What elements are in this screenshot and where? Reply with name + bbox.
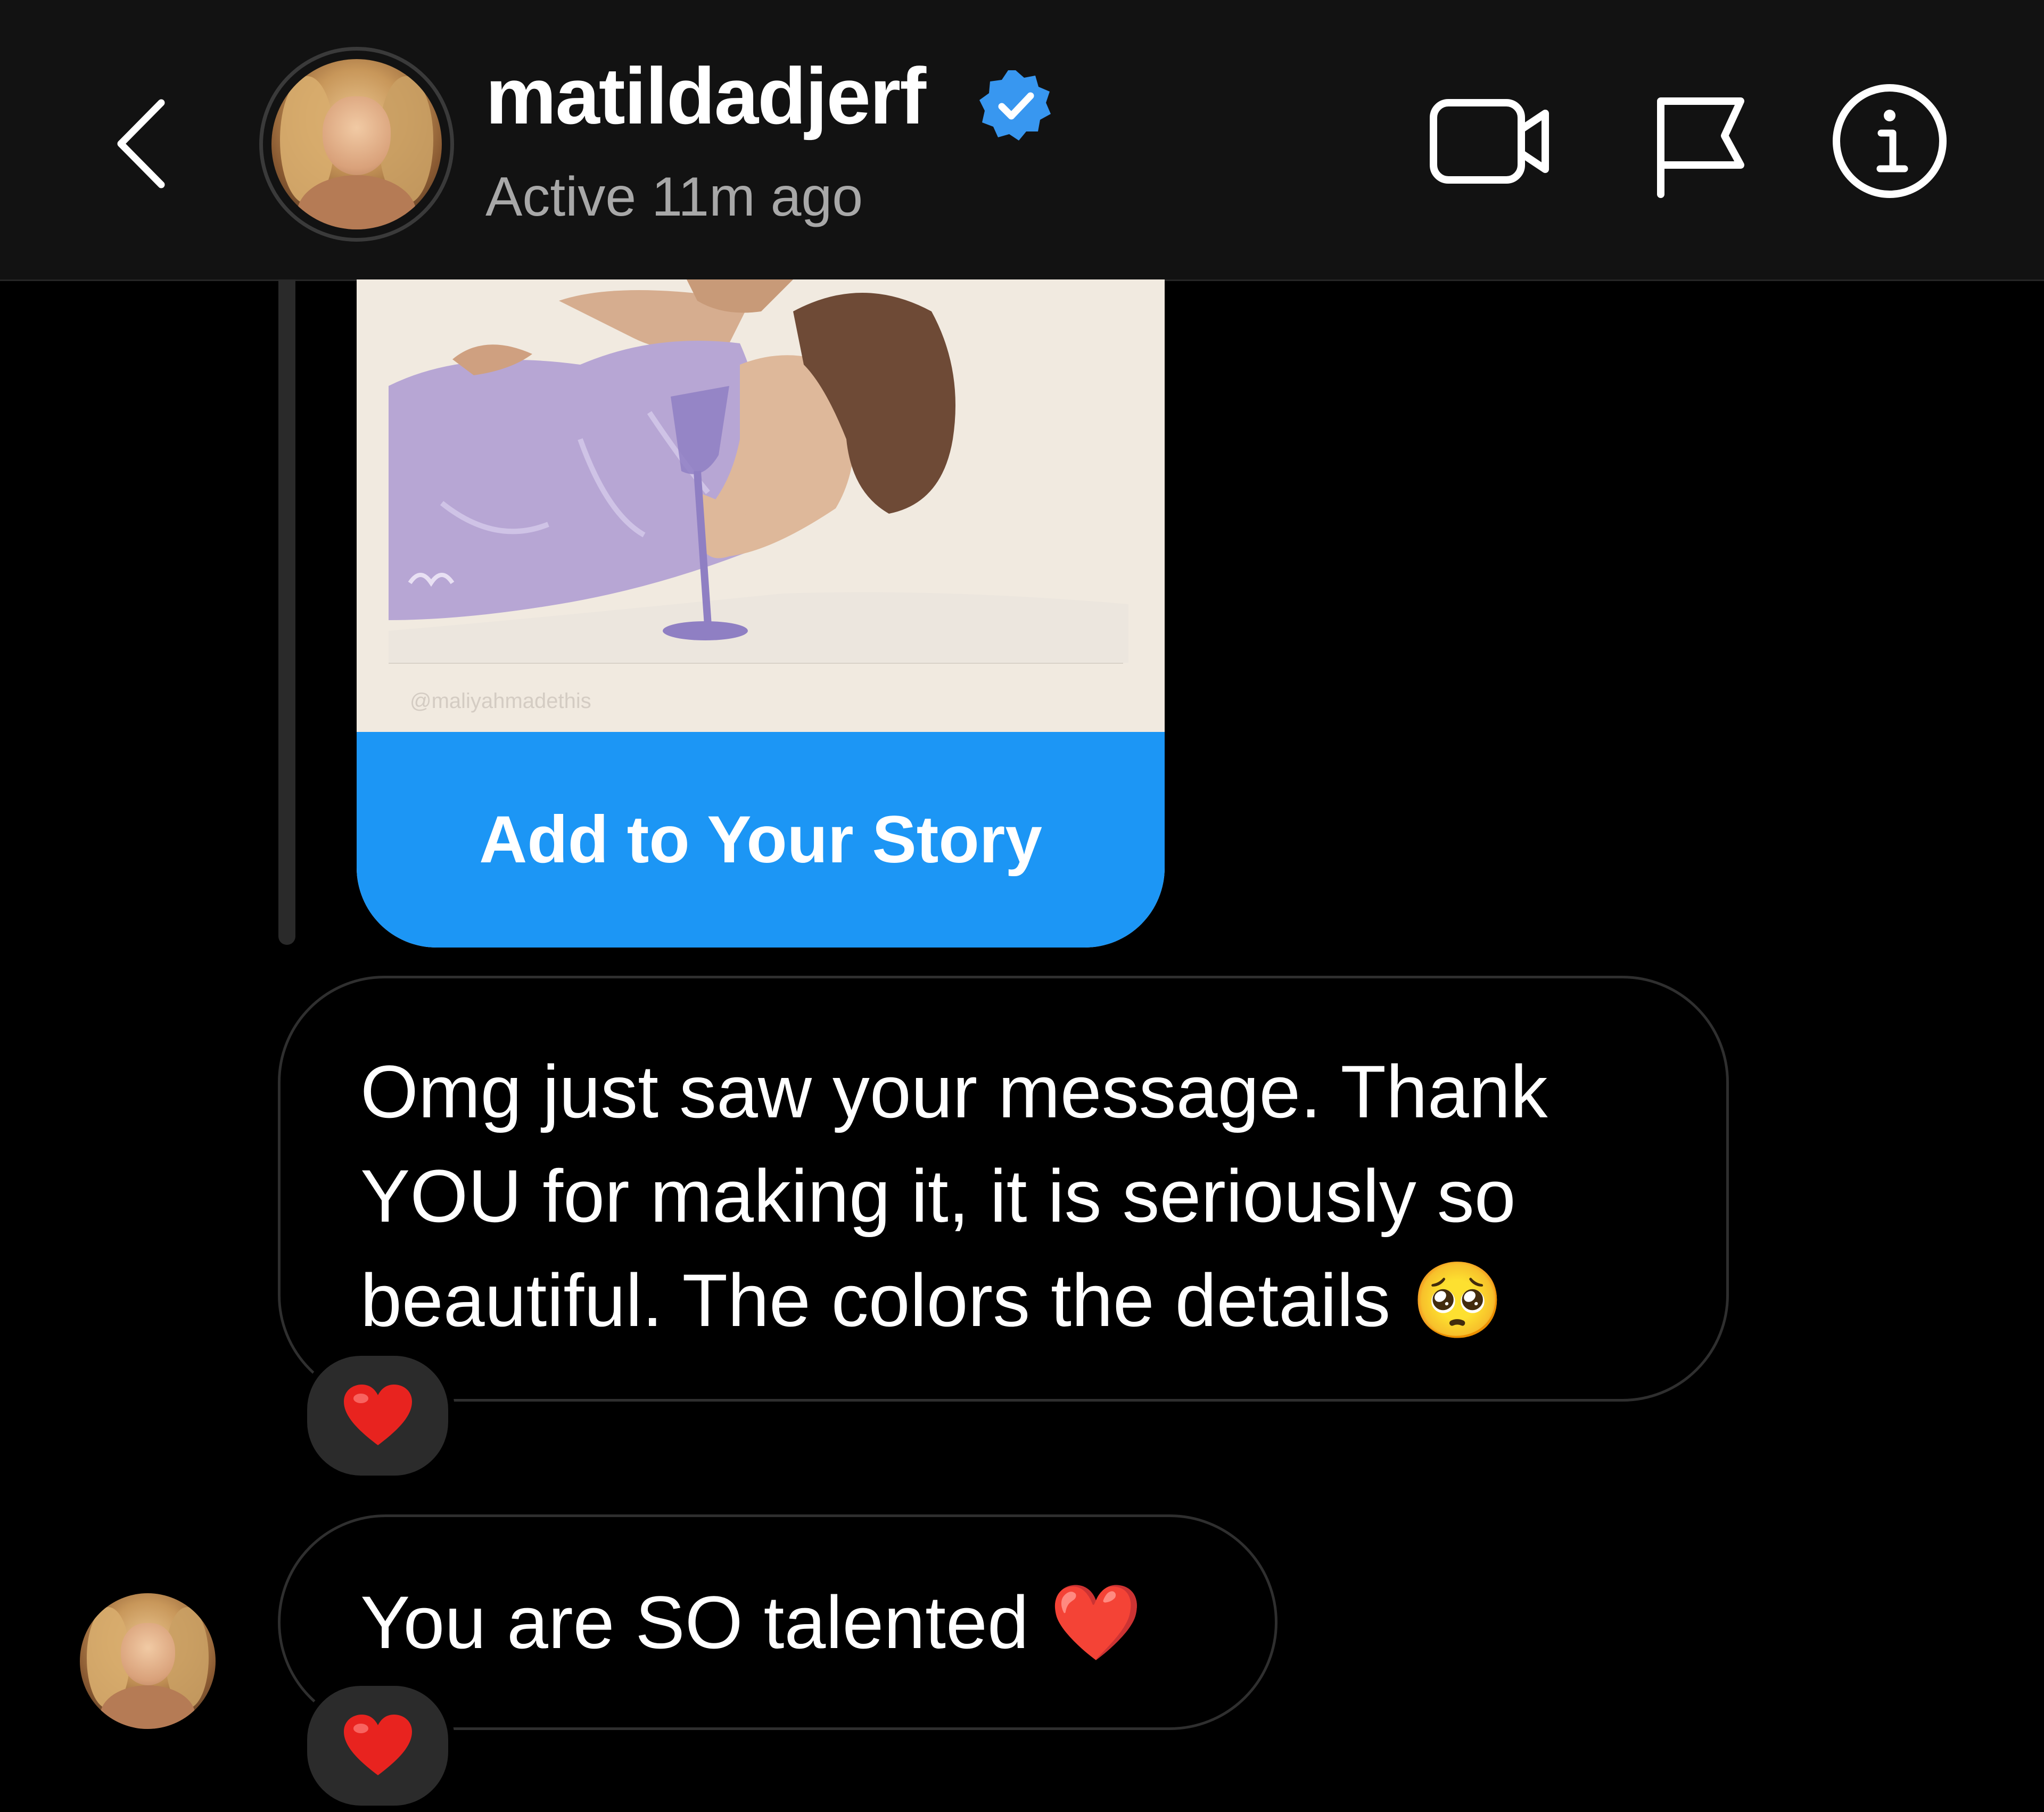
info-button[interactable] [1828,80,1951,202]
verified-badge-icon [979,70,1051,141]
reply-thread-line [278,279,295,945]
chevron-left-icon [117,99,165,188]
active-status: Active 11m ago [485,166,863,228]
heart-icon [343,1715,412,1775]
message-text: You are SO talented ❤️ [360,1580,1142,1664]
avatar-image [80,1593,216,1729]
back-button[interactable] [106,93,176,194]
message-bubble[interactable]: Omg just saw your message. Thank YOU for… [278,976,1729,1402]
username[interactable]: matildadjerf [485,56,926,136]
heart-icon [343,1385,412,1445]
reaction-badge[interactable] [301,1349,455,1482]
flag-icon [1657,97,1744,198]
shared-story-card[interactable]: @maliyahmadethis Add to Your Story [357,279,1165,948]
avatar-image [271,59,442,229]
info-icon [1833,84,1947,198]
story-watermark: @maliyahmadethis [410,689,591,713]
video-call-button[interactable] [1427,88,1554,194]
profile-avatar[interactable] [259,47,454,242]
add-to-story-button[interactable]: Add to Your Story [357,732,1165,948]
chat-header: matildadjerf Active 11m ago [0,0,2044,281]
report-button[interactable] [1645,90,1751,202]
reaction-badge[interactable] [301,1679,455,1812]
video-camera-icon [1430,98,1549,184]
sender-avatar[interactable] [80,1593,216,1729]
story-illustration [357,279,1165,732]
message-text: Omg just saw your message. Thank YOU for… [360,1050,1548,1342]
